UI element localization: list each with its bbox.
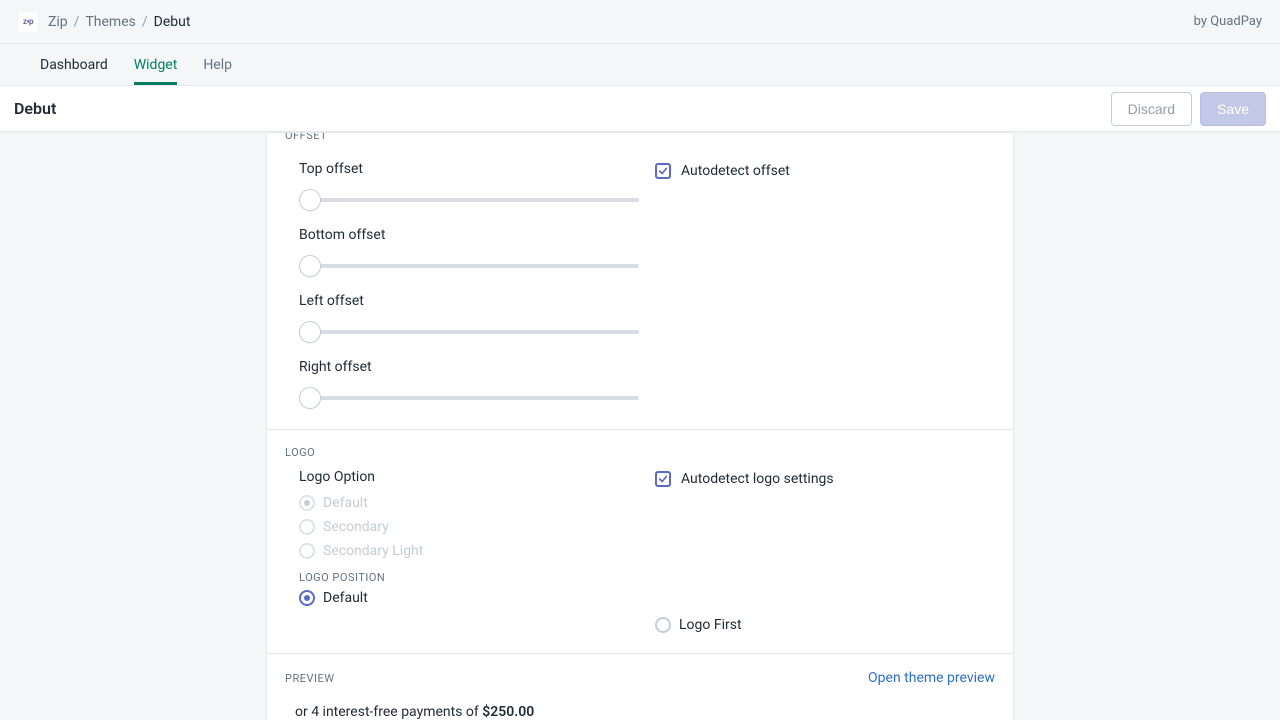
radio-icon <box>299 543 315 559</box>
content-scroll: OFFSET Top offset Bottom offset <box>0 132 1280 720</box>
logo-option-secondary[interactable]: Secondary <box>299 519 639 535</box>
logo-position-heading: LOGO POSITION <box>299 571 639 584</box>
logo-option-secondary-label: Secondary <box>323 519 389 535</box>
open-theme-preview-link[interactable]: Open theme preview <box>868 670 995 686</box>
preview-price-line: or 4 interest-free payments of $250.00 <box>295 704 995 720</box>
preview-prefix: or 4 interest-free payments of <box>295 704 482 720</box>
radio-icon <box>299 495 315 511</box>
breadcrumb-themes[interactable]: Themes <box>85 14 135 30</box>
logo-option-default-label: Default <box>323 495 368 511</box>
settings-card: OFFSET Top offset Bottom offset <box>266 132 1014 720</box>
tab-bar: Dashboard Widget Help <box>0 44 1280 86</box>
section-title-logo: LOGO <box>285 446 995 459</box>
left-offset-label: Left offset <box>299 293 639 309</box>
logo-position-default[interactable]: Default <box>299 590 639 606</box>
action-bar: Discard Save <box>1111 92 1266 126</box>
preview-amount: $250.00 <box>482 704 534 720</box>
bottom-offset-label: Bottom offset <box>299 227 639 243</box>
logo-option-secondary-light-label: Secondary Light <box>323 543 423 559</box>
right-offset-slider[interactable] <box>299 387 639 409</box>
tab-dashboard[interactable]: Dashboard <box>40 44 108 85</box>
section-title-preview: PREVIEW <box>285 672 334 685</box>
bottom-offset-slider[interactable] <box>299 255 639 277</box>
top-offset-slider[interactable] <box>299 189 639 211</box>
offset-section: OFFSET Top offset Bottom offset <box>267 133 1013 430</box>
page-title: Debut <box>14 99 56 118</box>
breadcrumb-sep: / <box>142 14 148 30</box>
discard-button[interactable]: Discard <box>1111 92 1192 126</box>
radio-icon <box>299 590 315 606</box>
preview-section: PREVIEW Open theme preview or 4 interest… <box>267 654 1013 720</box>
top-offset-label: Top offset <box>299 161 639 177</box>
autodetect-logo-checkbox[interactable]: Autodetect logo settings <box>655 471 995 487</box>
byline: by QuadPay <box>1194 14 1262 29</box>
logo-position-logo-first[interactable]: Logo First <box>655 617 995 633</box>
topbar: z▪p Zip / Themes / Debut by QuadPay <box>0 0 1280 44</box>
subheader: Debut Discard Save <box>0 86 1280 132</box>
logo-option-label: Logo Option <box>299 469 639 485</box>
logo-position-logo-first-label: Logo First <box>679 617 742 633</box>
radio-icon <box>299 519 315 535</box>
radio-icon <box>655 617 671 633</box>
save-button[interactable]: Save <box>1200 92 1266 126</box>
breadcrumb-sep: / <box>74 14 80 30</box>
checkbox-icon <box>655 471 671 487</box>
logo-option-secondary-light[interactable]: Secondary Light <box>299 543 639 559</box>
checkbox-icon <box>655 163 671 179</box>
logo-section: LOGO Logo Option Default Secondary Secon… <box>267 430 1013 654</box>
tab-help[interactable]: Help <box>203 44 232 85</box>
breadcrumb: z▪p Zip / Themes / Debut <box>18 12 190 32</box>
autodetect-offset-checkbox[interactable]: Autodetect offset <box>655 163 995 179</box>
logo-position-default-label: Default <box>323 590 368 606</box>
section-title-offset: OFFSET <box>285 133 995 139</box>
tab-widget[interactable]: Widget <box>134 44 178 85</box>
autodetect-offset-label: Autodetect offset <box>681 163 790 179</box>
autodetect-logo-label: Autodetect logo settings <box>681 471 834 487</box>
right-offset-label: Right offset <box>299 359 639 375</box>
logo-option-default[interactable]: Default <box>299 495 639 511</box>
breadcrumb-current: Debut <box>154 14 191 30</box>
breadcrumb-app[interactable]: Zip <box>48 14 68 30</box>
left-offset-slider[interactable] <box>299 321 639 343</box>
app-logo: z▪p <box>18 12 38 32</box>
